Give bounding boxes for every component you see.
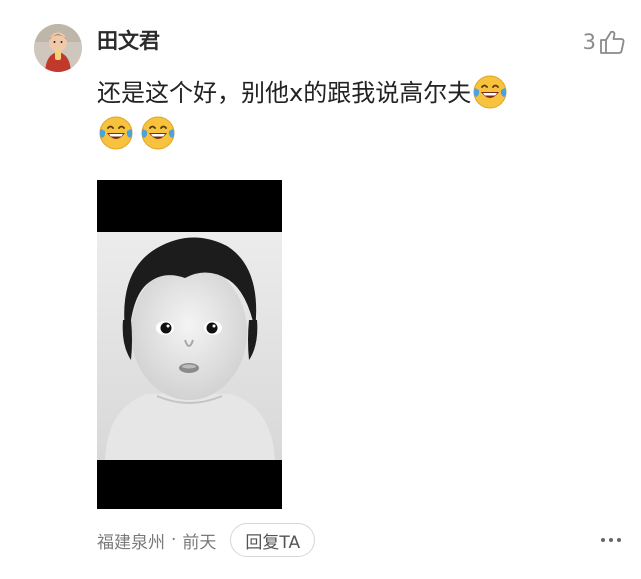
laughing-tears-emoji	[139, 114, 177, 152]
comment-image[interactable]	[97, 180, 282, 509]
like-count: 3	[582, 30, 596, 54]
like-button[interactable]: 3	[583, 28, 626, 56]
user-avatar[interactable]	[34, 24, 82, 72]
more-dot	[609, 538, 613, 542]
timestamp: 前天	[182, 532, 217, 553]
meta-separator: ·	[171, 530, 177, 550]
comment-body: 还是这个好，别他x的跟我说高尔夫	[97, 70, 617, 116]
emoji-row	[97, 116, 177, 152]
location-label: 福建泉州	[97, 532, 165, 553]
reply-button[interactable]: 回复TA	[230, 523, 316, 557]
comment-text: 还是这个好，别他x的跟我说高尔夫	[97, 79, 472, 107]
comment-meta: 福建泉州 · 前天 回复TA	[97, 523, 316, 557]
laughing-tears-emoji	[97, 114, 135, 152]
more-dot	[617, 538, 621, 542]
more-dot	[601, 538, 605, 542]
comment-username[interactable]: 田文君	[97, 28, 160, 54]
more-dots-icon[interactable]	[601, 524, 621, 556]
thumbs-up-icon[interactable]	[598, 28, 626, 56]
laughing-tears-emoji	[471, 73, 509, 111]
